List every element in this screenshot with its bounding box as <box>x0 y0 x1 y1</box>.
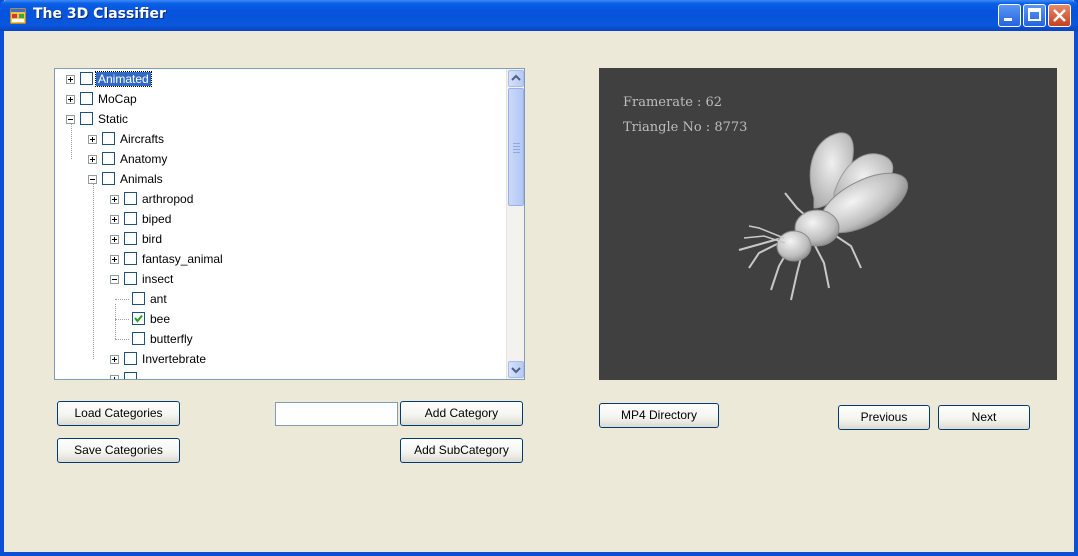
scroll-thumb[interactable] <box>508 88 524 206</box>
expand-icon[interactable] <box>88 155 97 164</box>
tree-node-label: arthropod <box>142 192 194 206</box>
tree-node-label: Animals <box>120 172 163 186</box>
tree-node-checkbox[interactable] <box>124 352 137 365</box>
tree-node[interactable]: Aircrafts <box>55 129 495 149</box>
tree-connector <box>115 304 116 339</box>
checkmark-icon <box>134 314 143 323</box>
tree-node-label: MoCap <box>98 92 137 106</box>
scroll-down-arrow[interactable] <box>508 361 524 378</box>
tree-node-checkbox[interactable] <box>124 272 137 285</box>
tree-node[interactable]: arthropod <box>55 189 495 209</box>
tree-node-label: Aircrafts <box>120 132 165 146</box>
tree-node[interactable]: Static <box>55 109 495 129</box>
tree-node[interactable]: butterfly <box>55 329 495 349</box>
add-category-button[interactable]: Add Category <box>400 401 523 426</box>
app-icon <box>9 7 27 25</box>
tree-connector <box>115 299 129 300</box>
chevron-up-icon <box>511 74 521 81</box>
save-categories-button[interactable]: Save Categories <box>57 438 180 463</box>
tree-scrollbar[interactable] <box>506 69 524 379</box>
tree-node-checkbox[interactable] <box>80 92 93 105</box>
expand-icon <box>110 375 119 379</box>
tree-node[interactable]: bee <box>55 309 495 329</box>
tree-node-label: ant <box>150 292 167 306</box>
collapse-icon[interactable] <box>66 115 75 124</box>
tree-node-label: Anatomy <box>120 152 168 166</box>
tree-node[interactable]: bird <box>55 229 495 249</box>
tree-node-label: bee <box>150 312 171 326</box>
expand-icon[interactable] <box>66 75 75 84</box>
tree-node-label: Invertebrate <box>142 352 207 366</box>
minimize-button[interactable] <box>998 4 1021 27</box>
tree-node-checkbox[interactable] <box>124 252 137 265</box>
expand-icon[interactable] <box>110 255 119 264</box>
close-button[interactable] <box>1048 4 1071 27</box>
tree-node[interactable]: Animals <box>55 169 495 189</box>
tree-node-checkbox[interactable] <box>132 312 145 325</box>
add-subcategory-button[interactable]: Add SubCategory <box>400 438 523 463</box>
tree-node[interactable]: ant <box>55 289 495 309</box>
category-name-input[interactable] <box>275 402 398 426</box>
tree-node-checkbox[interactable] <box>102 172 115 185</box>
model-viewer[interactable]: Framerate : 62 Triangle No : 8773 <box>599 68 1057 380</box>
tree-node-label: biped <box>142 212 172 226</box>
tree-node[interactable]: biped <box>55 209 495 229</box>
tree-connector <box>71 124 72 159</box>
load-categories-button[interactable]: Load Categories <box>57 401 180 426</box>
tree-node[interactable]: Anatomy <box>55 149 495 169</box>
expand-icon[interactable] <box>66 95 75 104</box>
expand-icon[interactable] <box>110 235 119 244</box>
previous-button[interactable]: Previous <box>838 405 930 430</box>
tree-content: Animated MoCap Static Aircrafts Anatomy Anima… <box>55 69 502 379</box>
window-title: The 3D Classifier <box>33 6 166 22</box>
tree-node[interactable]: insect <box>55 269 495 289</box>
tree-connector <box>115 339 129 340</box>
tree-node-checkbox[interactable] <box>102 152 115 165</box>
tree-node-checkbox[interactable] <box>124 212 137 225</box>
tree-node-label: insect <box>142 272 174 286</box>
tree-node[interactable]: fantasy_animal <box>55 249 495 269</box>
tree-node-label: butterfly <box>150 332 193 346</box>
bee-model-render <box>738 132 909 301</box>
tree-node-checkbox[interactable] <box>124 232 137 245</box>
expand-icon[interactable] <box>110 195 119 204</box>
scroll-up-arrow[interactable] <box>508 70 524 87</box>
tree-node[interactable]: Animated <box>55 69 495 89</box>
collapse-icon[interactable] <box>88 175 97 184</box>
tree-node-label: fantasy_animal <box>142 252 223 266</box>
tree-node-checkbox[interactable] <box>80 72 93 85</box>
tree-node-checkbox[interactable] <box>80 112 93 125</box>
tree-node-checkbox[interactable] <box>132 292 145 305</box>
tree-node[interactable]: MoCap <box>55 89 495 109</box>
category-tree[interactable]: Animated MoCap Static Aircrafts Anatomy Anima… <box>54 68 525 380</box>
chevron-down-icon <box>511 367 521 374</box>
tree-node-label: Static <box>98 112 129 126</box>
tree-node-checkbox[interactable] <box>132 332 145 345</box>
expand-icon[interactable] <box>88 135 97 144</box>
mp4-directory-button[interactable]: MP4 Directory <box>599 403 719 428</box>
collapse-icon[interactable] <box>110 275 119 284</box>
tree-connector <box>93 184 94 359</box>
expand-icon[interactable] <box>110 215 119 224</box>
tree-node[interactable]: Invertebrate <box>55 349 495 369</box>
tree-node-label: bird <box>142 232 163 246</box>
maximize-button[interactable] <box>1023 4 1046 27</box>
tree-connector <box>115 319 129 320</box>
expand-icon[interactable] <box>110 355 119 364</box>
tree-node-checkbox[interactable] <box>124 192 137 205</box>
tree-node-checkbox[interactable] <box>102 132 115 145</box>
title-bar[interactable]: The 3D Classifier <box>0 0 1078 31</box>
next-button[interactable]: Next <box>938 405 1030 430</box>
tree-node-label: Animated <box>95 71 152 87</box>
tree-node-checkbox <box>124 372 137 379</box>
